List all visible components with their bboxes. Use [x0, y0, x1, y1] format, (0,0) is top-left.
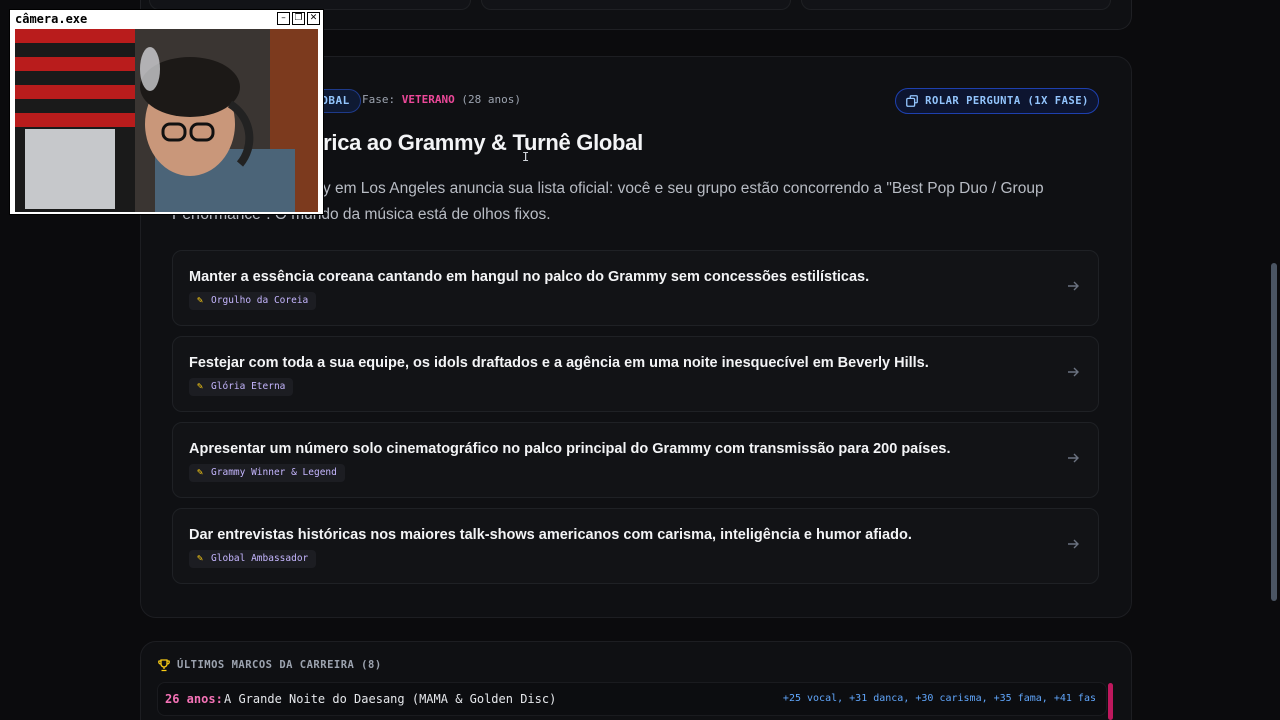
arrow-right-icon — [1068, 539, 1079, 549]
choice-option[interactable]: Apresentar um número solo cinematográfic… — [172, 422, 1099, 498]
milestones-header: ÚLTIMOS MARCOS DA CARREIRA (8) — [157, 658, 382, 672]
milestones-scrollbar[interactable] — [1108, 683, 1113, 720]
camera-window[interactable]: câmera.exe – ❐ ✕ — [9, 9, 324, 215]
webcam-image — [15, 29, 318, 212]
choice-tag: ✎ Orgulho da Coreia — [189, 292, 317, 310]
phase-indicator: Fase: VETERANO (28 anos) — [362, 93, 521, 106]
choice-text: Dar entrevistas históricas nos maiores t… — [189, 527, 912, 543]
arrow-right-icon — [1068, 281, 1079, 291]
event-title: órica ao Grammy & Turnê Global — [310, 130, 643, 155]
choice-option[interactable]: Festejar com toda a sua equipe, os idols… — [172, 336, 1099, 412]
choice-tag-label: Glória Eterna — [211, 381, 286, 392]
phase-value: VETERANO — [401, 93, 455, 106]
choice-tag-label: Grammy Winner & Legend — [211, 467, 337, 478]
milestone-stats: +25 vocal, +31 danca, +30 carisma, +35 f… — [782, 693, 1096, 704]
choice-option[interactable]: Manter a essência coreana cantando em ha… — [172, 250, 1099, 326]
reroll-icon — [906, 95, 919, 107]
pencil-icon: ✎ — [197, 553, 204, 564]
pencil-icon: ✎ — [197, 295, 204, 306]
previous-stat-box — [801, 0, 1111, 10]
page-scrollbar[interactable] — [1271, 263, 1277, 601]
phase-age: (28 anos) — [461, 93, 521, 106]
choice-tag-label: Orgulho da Coreia — [211, 295, 309, 306]
choice-tag-label: Global Ambassador — [211, 553, 309, 564]
milestones-title: ÚLTIMOS MARCOS DA CARREIRA (8) — [177, 659, 382, 671]
pencil-icon: ✎ — [197, 381, 204, 392]
restore-button[interactable]: ❐ — [292, 12, 305, 25]
milestone-row: 26 anos: A Grande Noite do Daesang (MAMA… — [157, 682, 1107, 716]
milestone-age: 26 anos: — [165, 692, 223, 706]
choice-option[interactable]: Dar entrevistas históricas nos maiores t… — [172, 508, 1099, 584]
minimize-button[interactable]: – — [277, 12, 290, 25]
phase-label: Fase: — [362, 93, 396, 106]
camera-window-title: câmera.exe — [15, 12, 88, 26]
choice-tag: ✎ Grammy Winner & Legend — [189, 464, 345, 482]
milestone-title: A Grande Noite do Daesang (MAMA & Golden… — [224, 692, 557, 706]
choice-text: Festejar com toda a sua equipe, os idols… — [189, 355, 929, 371]
choice-text: Apresentar um número solo cinematográfic… — [189, 441, 951, 457]
trophy-icon — [158, 659, 170, 672]
previous-stat-box — [481, 0, 791, 10]
reroll-question-button[interactable]: ROLAR PERGUNTA (1X FASE) — [895, 88, 1099, 114]
arrow-right-icon — [1068, 367, 1079, 377]
pencil-icon: ✎ — [197, 467, 204, 478]
choice-text: Manter a essência coreana cantando em ha… — [189, 269, 870, 285]
choice-tag: ✎ Global Ambassador — [189, 550, 317, 568]
reroll-label: ROLAR PERGUNTA (1X FASE) — [925, 95, 1089, 107]
webcam-feed — [15, 29, 318, 212]
text-cursor-icon: I — [522, 150, 530, 164]
choice-tag: ✎ Glória Eterna — [189, 378, 294, 396]
camera-window-controls: – ❐ ✕ — [277, 12, 320, 25]
close-button[interactable]: ✕ — [307, 12, 320, 25]
arrow-right-icon — [1068, 453, 1079, 463]
